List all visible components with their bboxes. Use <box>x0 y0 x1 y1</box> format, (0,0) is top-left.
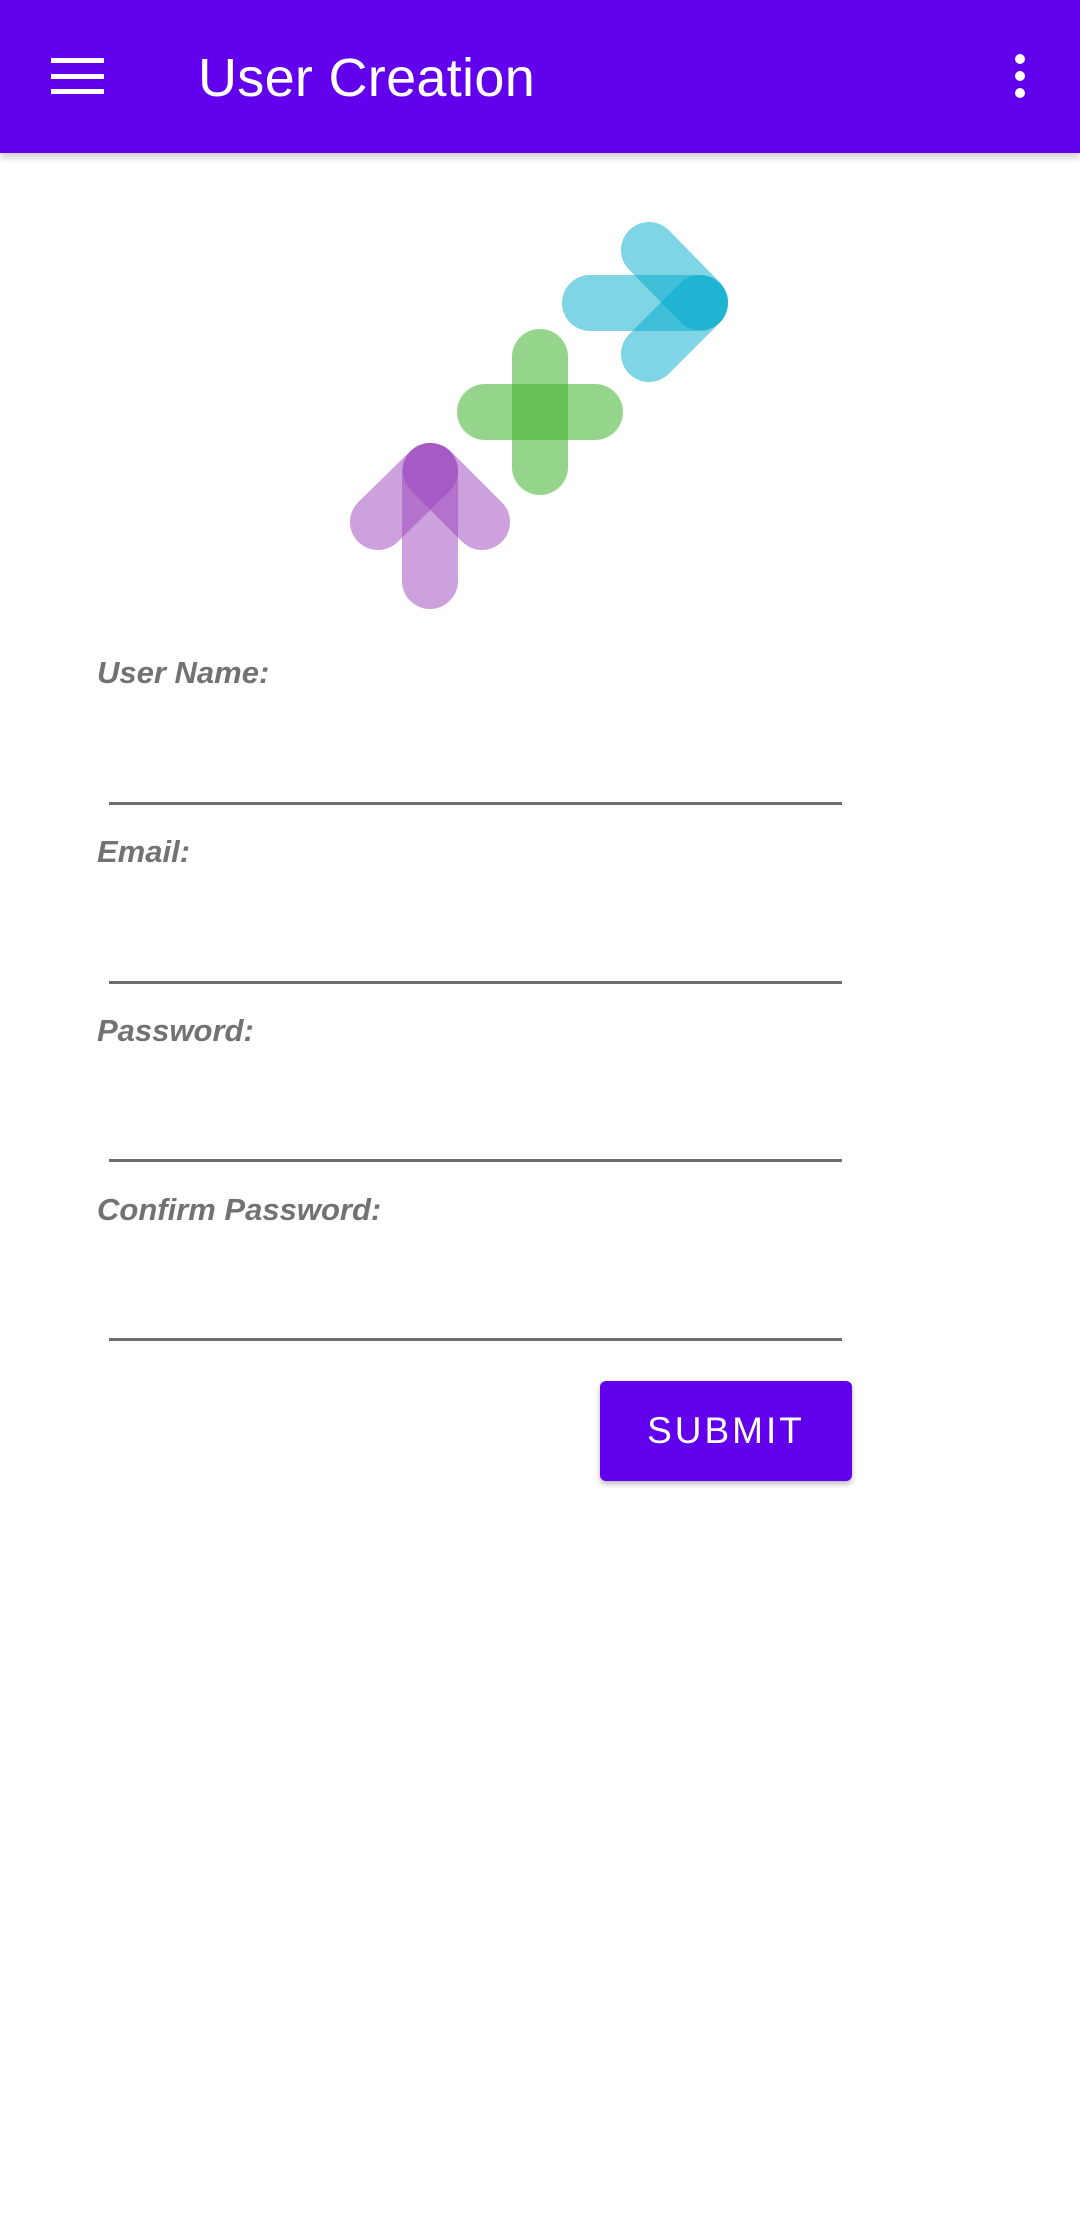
app-bar: User Creation <box>0 0 1080 153</box>
app-logo <box>350 222 728 609</box>
logo-purple-arrow <box>350 443 510 609</box>
username-label: User Name: <box>97 655 270 690</box>
email-label: Email: <box>97 834 191 869</box>
logo-green-plus <box>457 329 623 495</box>
hamburger-menu-icon <box>50 58 104 94</box>
password-input[interactable] <box>109 1098 842 1162</box>
submit-button[interactable]: SUBMIT <box>600 1381 852 1481</box>
confirm-password-label: Confirm Password: <box>97 1192 382 1227</box>
password-label: Password: <box>97 1013 254 1048</box>
logo-cyan-arrow <box>562 222 728 382</box>
overflow-menu-button[interactable] <box>975 36 1065 116</box>
confirm-password-input[interactable] <box>109 1277 842 1341</box>
more-vertical-icon <box>1015 54 1025 98</box>
username-input[interactable] <box>109 741 842 805</box>
email-input[interactable] <box>109 920 842 984</box>
menu-button[interactable] <box>29 36 125 116</box>
app-title: User Creation <box>198 48 536 108</box>
